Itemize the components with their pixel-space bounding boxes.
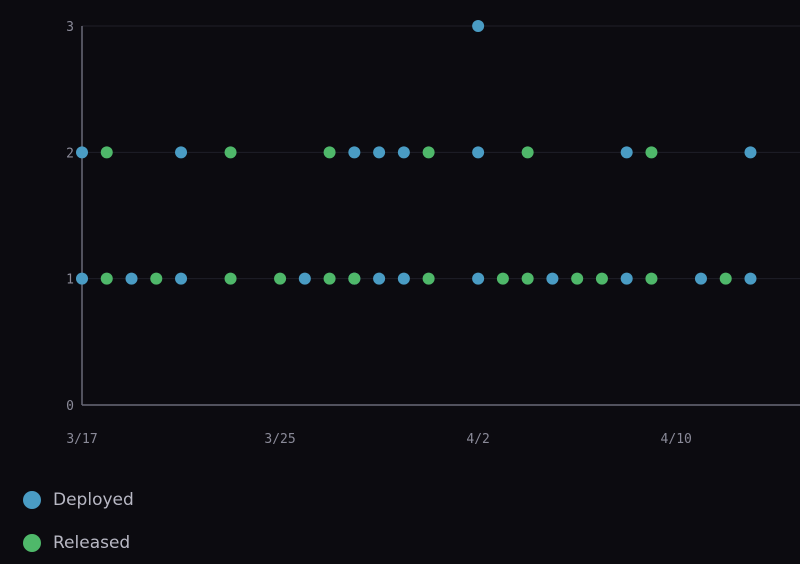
legend-swatch-deployed xyxy=(23,490,41,509)
point-deployed xyxy=(125,272,138,285)
point-released xyxy=(571,272,584,285)
point-deployed xyxy=(76,146,88,159)
point-released xyxy=(521,272,534,285)
x-tick-label-4-10: 4/10 xyxy=(661,432,692,447)
legend-swatch-released xyxy=(23,533,41,552)
point-deployed xyxy=(620,146,633,159)
legend-label-released: Released xyxy=(53,532,131,553)
point-deployed xyxy=(472,272,485,285)
scatter-chart: 0 1 2 3 3/17 3/25 4/2 4/10 xyxy=(66,20,800,447)
legend-item-deployed[interactable]: Deployed xyxy=(23,478,134,521)
point-released xyxy=(422,272,435,285)
y-tick-label-1: 1 xyxy=(66,273,74,288)
point-released xyxy=(422,146,435,159)
point-deployed xyxy=(744,146,757,159)
legend-item-released[interactable]: Released xyxy=(23,521,134,564)
y-tick-label-2: 2 xyxy=(66,146,74,161)
point-deployed xyxy=(175,272,188,285)
legend: Deployed Released xyxy=(23,478,134,564)
point-deployed xyxy=(744,272,757,285)
point-deployed xyxy=(373,272,386,285)
point-released xyxy=(496,272,509,285)
point-deployed xyxy=(472,20,485,32)
point-released xyxy=(595,272,608,285)
point-released xyxy=(521,146,534,159)
x-tick-label-3-25: 3/25 xyxy=(264,432,295,447)
point-deployed xyxy=(76,272,88,285)
point-released xyxy=(645,146,658,159)
point-released xyxy=(224,272,237,285)
point-deployed xyxy=(397,146,410,159)
point-released xyxy=(274,272,287,285)
point-deployed xyxy=(472,146,485,159)
point-deployed xyxy=(620,272,633,285)
point-deployed xyxy=(397,272,410,285)
point-deployed xyxy=(175,146,188,159)
x-tick-label-3-17: 3/17 xyxy=(66,432,97,447)
x-tick-labels: 3/17 3/25 4/2 4/10 xyxy=(66,432,692,447)
point-released xyxy=(348,272,361,285)
point-released xyxy=(100,272,113,285)
point-released xyxy=(150,272,163,285)
y-tick-label-0: 0 xyxy=(66,399,74,414)
y-tick-labels: 0 1 2 3 xyxy=(66,20,74,414)
point-released xyxy=(100,146,113,159)
point-deployed xyxy=(298,272,311,285)
point-released xyxy=(719,272,732,285)
point-deployed xyxy=(694,272,707,285)
point-released xyxy=(323,272,336,285)
axes xyxy=(81,26,800,406)
point-released xyxy=(323,146,336,159)
point-released xyxy=(645,272,658,285)
point-deployed xyxy=(373,146,386,159)
point-deployed xyxy=(348,146,361,159)
y-tick-label-3: 3 xyxy=(66,20,74,35)
gridlines xyxy=(82,25,800,280)
point-released xyxy=(224,146,237,159)
point-deployed xyxy=(546,272,559,285)
x-tick-label-4-2: 4/2 xyxy=(466,432,489,447)
legend-label-deployed: Deployed xyxy=(53,489,134,510)
